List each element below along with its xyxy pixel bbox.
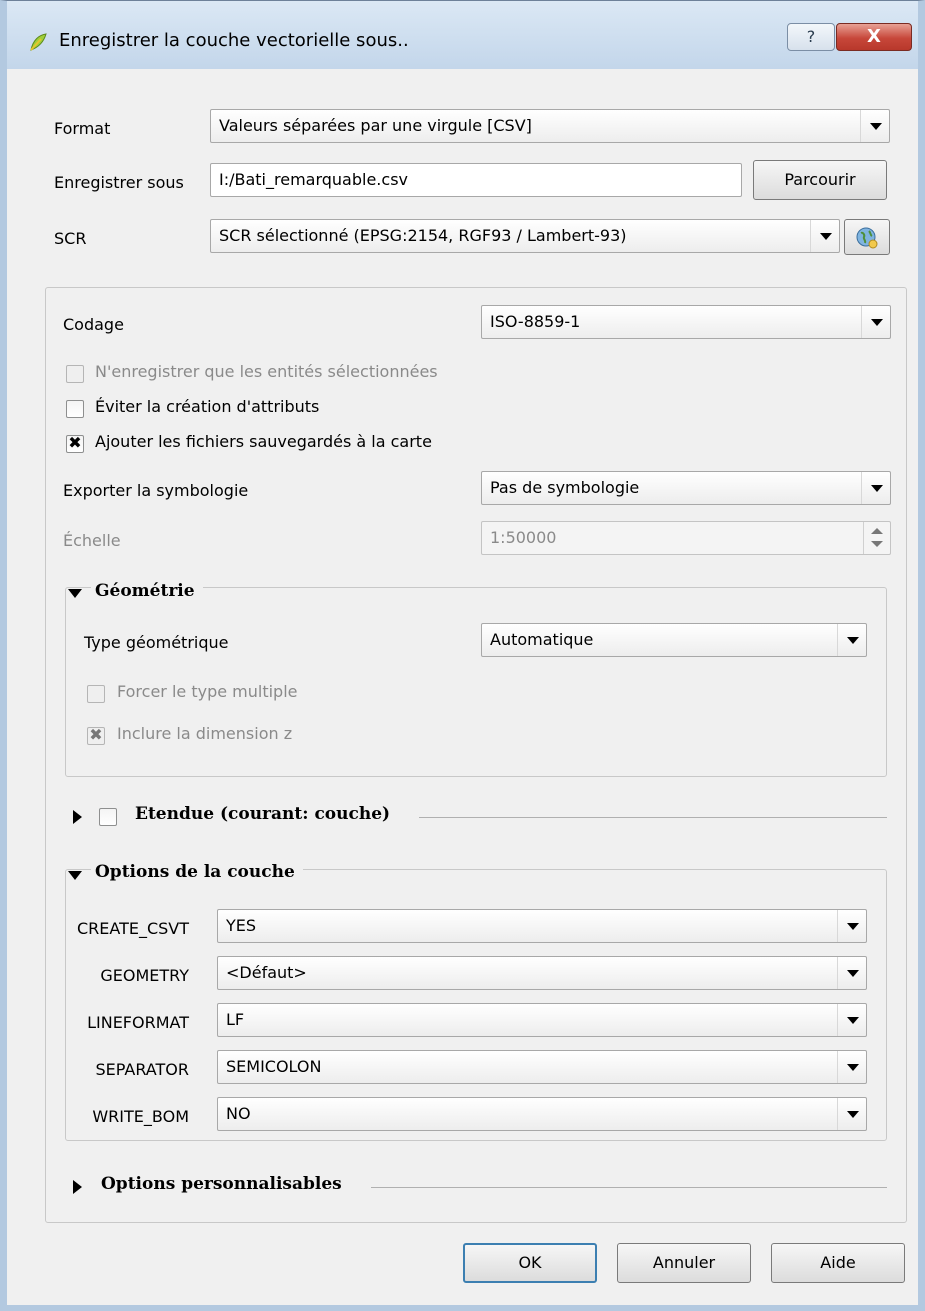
encoding-value: ISO-8859-1 — [490, 312, 581, 331]
force-multi-checkbox[interactable] — [87, 685, 105, 703]
option-label: LINEFORMAT — [87, 1013, 189, 1032]
scale-value: 1:50000 — [490, 528, 557, 547]
geometry-title: Géométrie — [91, 581, 203, 601]
expand-arrow-icon[interactable] — [73, 1180, 82, 1194]
crs-label: SCR — [54, 229, 87, 248]
symbology-value: Pas de symbologie — [490, 478, 640, 497]
chevron-down-icon — [861, 306, 890, 338]
scale-label: Échelle — [63, 531, 121, 550]
option-value: YES — [226, 916, 257, 935]
symbology-combo[interactable]: Pas de symbologie — [481, 471, 891, 505]
chevron-down-icon — [860, 110, 889, 142]
check-mark-icon: ✖ — [68, 433, 82, 452]
create-csvt-combo[interactable]: YES — [217, 909, 867, 943]
globe-icon — [856, 227, 878, 248]
browse-button[interactable]: Parcourir — [753, 160, 887, 200]
save-vector-layer-dialog: Enregistrer la couche vectorielle sous..… — [0, 0, 925, 1311]
format-combo[interactable]: Valeurs séparées par une virgule [CSV] — [210, 109, 890, 143]
force-multi-label: Forcer le type multiple — [117, 682, 298, 701]
extent-divider — [419, 817, 887, 818]
encoding-combo[interactable]: ISO-8859-1 — [481, 305, 891, 339]
add-to-map-label: Ajouter les fichiers sauvegardés à la ca… — [95, 432, 432, 451]
save-as-label: Enregistrer sous — [54, 173, 184, 192]
help-button[interactable]: Aide — [771, 1243, 905, 1283]
cancel-button[interactable]: Annuler — [617, 1243, 751, 1283]
include-z-checkbox[interactable]: ✖ — [87, 725, 105, 745]
file-path-input[interactable]: I:/Bati_remarquable.csv — [210, 163, 742, 197]
add-to-map-checkbox[interactable]: ✖ — [66, 433, 84, 453]
separator-combo[interactable]: SEMICOLON — [217, 1050, 867, 1084]
help-title-button[interactable]: ? — [787, 23, 835, 51]
collapse-arrow-icon[interactable] — [68, 589, 82, 598]
chevron-down-icon — [837, 1051, 866, 1083]
include-z-label: Inclure la dimension z — [117, 724, 293, 743]
symbology-label: Exporter la symbologie — [63, 481, 249, 500]
custom-options-title: Options personnalisables — [97, 1174, 350, 1194]
crs-selector-button[interactable] — [844, 219, 890, 255]
geometry-type-label: Type géométrique — [84, 633, 229, 652]
close-button[interactable]: X — [836, 23, 912, 51]
chevron-down-icon — [837, 1004, 866, 1036]
qgis-leaf-icon — [30, 33, 47, 51]
format-label: Format — [54, 119, 111, 138]
spin-arrows-icon — [863, 522, 890, 554]
custom-options-divider — [371, 1187, 887, 1188]
title-bar[interactable]: Enregistrer la couche vectorielle sous..… — [7, 1, 918, 69]
option-value: LF — [226, 1010, 245, 1029]
collapse-arrow-icon[interactable] — [68, 871, 82, 880]
expand-arrow-icon[interactable] — [73, 810, 82, 824]
lineformat-combo[interactable]: LF — [217, 1003, 867, 1037]
selected-only-checkbox[interactable] — [66, 365, 84, 383]
window-title: Enregistrer la couche vectorielle sous.. — [59, 30, 409, 51]
format-value: Valeurs séparées par une virgule [CSV] — [219, 116, 532, 135]
check-mark-icon: ✖ — [89, 725, 103, 744]
selected-only-label: N'enregistrer que les entités sélectionn… — [95, 362, 438, 381]
chevron-down-icon — [837, 957, 866, 989]
crs-value: SCR sélectionné (EPSG:2154, RGF93 / Lamb… — [219, 226, 627, 245]
file-path-value: I:/Bati_remarquable.csv — [219, 170, 408, 189]
option-label: GEOMETRY — [100, 966, 189, 985]
chevron-down-icon — [837, 910, 866, 942]
skip-attributes-checkbox[interactable] — [66, 400, 84, 418]
option-value: <Défaut> — [226, 963, 307, 982]
encoding-label: Codage — [63, 315, 124, 334]
scale-input[interactable]: 1:50000 — [481, 521, 891, 555]
option-label: WRITE_BOM — [92, 1107, 189, 1126]
crs-combo[interactable]: SCR sélectionné (EPSG:2154, RGF93 / Lamb… — [210, 219, 840, 253]
chevron-down-icon — [837, 624, 866, 656]
extent-checkbox[interactable] — [99, 808, 117, 826]
extent-title: Etendue (courant: couche) — [131, 804, 399, 824]
write-bom-combo[interactable]: NO — [217, 1097, 867, 1131]
skip-attributes-label: Éviter la création d'attributs — [95, 397, 320, 416]
chevron-down-icon — [861, 472, 890, 504]
dialog-content: Format Valeurs séparées par une virgule … — [7, 69, 918, 1305]
geometry-option-combo[interactable]: <Défaut> — [217, 956, 867, 990]
chevron-down-icon — [837, 1098, 866, 1130]
option-label: CREATE_CSVT — [76, 919, 189, 938]
ok-button[interactable]: OK — [463, 1243, 597, 1283]
layer-options-title: Options de la couche — [91, 862, 303, 882]
option-label: SEPARATOR — [95, 1060, 190, 1079]
option-value: NO — [226, 1104, 251, 1123]
chevron-down-icon — [810, 220, 839, 252]
geometry-type-combo[interactable]: Automatique — [481, 623, 867, 657]
option-value: SEMICOLON — [226, 1057, 322, 1076]
geometry-type-value: Automatique — [490, 630, 594, 649]
